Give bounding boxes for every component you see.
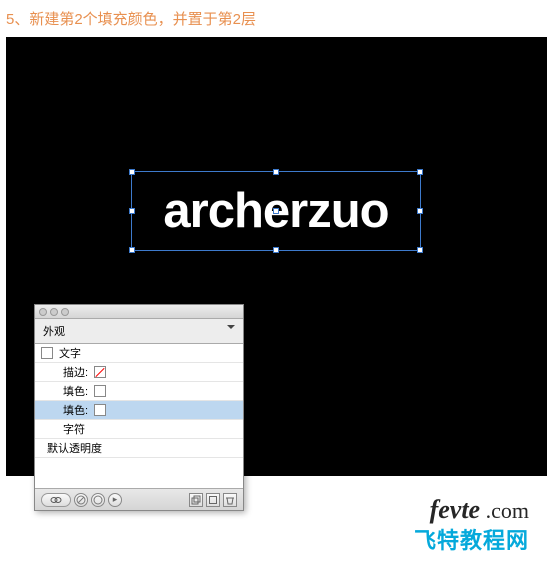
zoom-icon[interactable] — [61, 308, 69, 316]
stroke-swatch-none-icon[interactable] — [94, 366, 106, 378]
minimize-icon[interactable] — [50, 308, 58, 316]
type-swatch-icon — [41, 347, 53, 359]
handle-top-right[interactable] — [417, 169, 423, 175]
handle-center[interactable] — [273, 208, 279, 214]
panel-footer: ▸ — [35, 488, 243, 510]
handle-middle-left[interactable] — [129, 208, 135, 214]
instruction-text: 5、新建第2个填充颜色，并置于第2层 — [0, 0, 551, 37]
handle-bottom-right[interactable] — [417, 247, 423, 253]
appearance-panel: 外观 文字 描边: 填色: 填色: 字符 默认透明度 — [34, 304, 244, 511]
appearance-row-default-opacity[interactable]: 默认透明度 — [35, 439, 243, 458]
close-icon[interactable] — [39, 308, 47, 316]
fill-swatch-icon[interactable] — [94, 404, 106, 416]
no-icon[interactable] — [74, 493, 88, 507]
panel-menu-icon[interactable] — [227, 325, 237, 333]
panel-tab-label: 外观 — [43, 326, 65, 338]
new-icon[interactable] — [206, 493, 220, 507]
watermark-brand: fevte .com — [414, 495, 529, 525]
watermark-subtitle: 飞特教程网 — [414, 523, 529, 555]
row-label: 描边: — [63, 364, 88, 380]
appearance-row-characters[interactable]: 字符 — [35, 420, 243, 439]
handle-top-left[interactable] — [129, 169, 135, 175]
fill-swatch-icon[interactable] — [94, 385, 106, 397]
appearance-row-type[interactable]: 文字 — [35, 344, 243, 363]
appearance-empty-area — [35, 458, 243, 488]
handle-top-center[interactable] — [273, 169, 279, 175]
watermark: fevte .com 飞特教程网 — [414, 495, 529, 555]
panel-body: 文字 描边: 填色: 填色: 字符 默认透明度 — [35, 344, 243, 488]
panel-titlebar[interactable] — [35, 305, 243, 319]
handle-bottom-left[interactable] — [129, 247, 135, 253]
handle-bottom-center[interactable] — [273, 247, 279, 253]
handle-middle-right[interactable] — [417, 208, 423, 214]
row-label: 填色: — [63, 383, 88, 399]
toggle-pill-icon[interactable] — [41, 493, 71, 507]
row-label: 默认透明度 — [47, 440, 102, 456]
link-icon — [49, 496, 63, 504]
fx-icon[interactable] — [91, 493, 105, 507]
fx-dropdown-icon[interactable]: ▸ — [108, 493, 122, 507]
appearance-row-fill-2[interactable]: 填色: — [35, 401, 243, 420]
appearance-row-fill-1[interactable]: 填色: — [35, 382, 243, 401]
row-label: 字符 — [63, 421, 85, 437]
selection-bounding-box[interactable] — [131, 171, 421, 251]
duplicate-icon[interactable] — [189, 493, 203, 507]
row-label: 文字 — [59, 345, 81, 361]
row-label: 填色: — [63, 402, 88, 418]
panel-tab-appearance[interactable]: 外观 — [35, 319, 243, 344]
appearance-row-stroke[interactable]: 描边: — [35, 363, 243, 382]
trash-icon[interactable] — [223, 493, 237, 507]
